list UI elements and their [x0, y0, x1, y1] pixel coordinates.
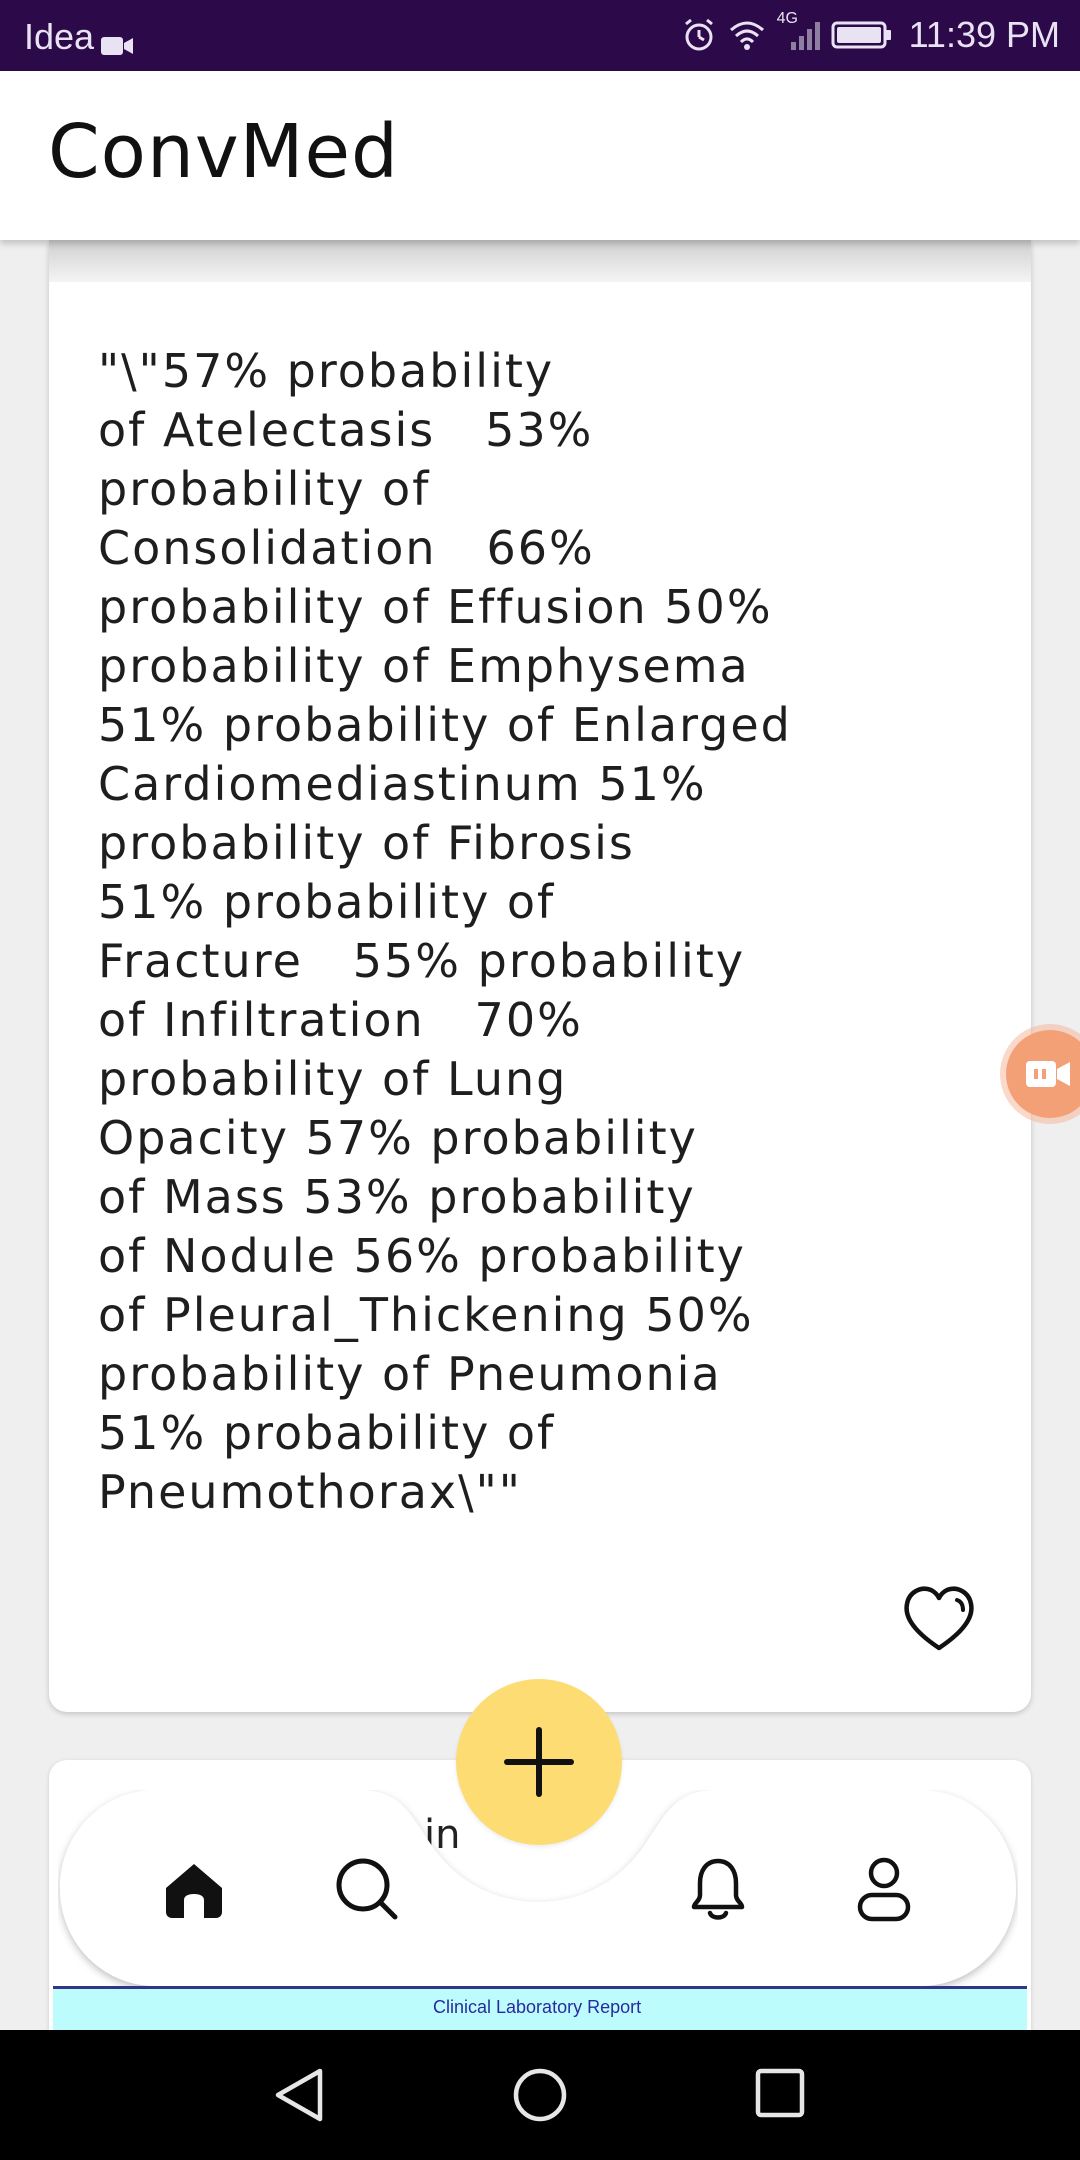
nav-notifications-button[interactable]: [678, 1850, 758, 1930]
clock: 11:39 PM: [908, 14, 1060, 55]
app-bar: ConvMed: [0, 71, 1080, 240]
nav-search-button[interactable]: [328, 1850, 408, 1930]
alarm-icon: [681, 17, 717, 53]
back-button[interactable]: [272, 2067, 326, 2127]
carrier-name: Idea: [24, 16, 95, 57]
signal-icon: 4G: [777, 10, 821, 52]
lab-report-title: Clinical Laboratory Report: [433, 1997, 642, 2017]
network-type: 4G: [776, 10, 798, 27]
add-post-button[interactable]: [456, 1679, 622, 1845]
video-camera-icon: [1026, 1061, 1070, 1087]
home-system-button[interactable]: [512, 2067, 568, 2127]
user-icon: [857, 1857, 911, 1922]
battery-icon: [831, 20, 893, 50]
bell-icon: [691, 1858, 745, 1920]
prediction-text: "\"57% probability of Atelectasis 53% pr…: [98, 344, 792, 1519]
search-icon: [336, 1858, 398, 1920]
heart-icon: [904, 1586, 974, 1651]
video-icon: [100, 24, 134, 66]
home-circle-icon: [513, 2068, 567, 2122]
xray-image-edge: [49, 240, 1031, 282]
wifi-icon: [727, 18, 767, 52]
status-bar: Idea 4G 11:39 PM: [0, 0, 1080, 71]
result-card: "\"57% probability of Atelectasis 53% pr…: [49, 240, 1031, 1712]
recents-button[interactable]: [754, 2067, 806, 2123]
system-navigation-bar: [0, 2030, 1080, 2160]
home-icon: [166, 1864, 222, 1918]
plus-icon: [504, 1727, 574, 1797]
recents-square-icon: [755, 2068, 805, 2118]
screen: Idea 4G 11:39 PM ConvMed "\"57% probabil…: [0, 0, 1080, 2160]
back-triangle-icon: [275, 2068, 323, 2122]
status-icons: 4G 11:39 PM: [681, 10, 1060, 56]
app-title: ConvMed: [48, 109, 399, 195]
like-button[interactable]: [899, 1580, 979, 1660]
nav-home-button[interactable]: [154, 1850, 234, 1930]
nav-profile-button[interactable]: [844, 1850, 924, 1930]
